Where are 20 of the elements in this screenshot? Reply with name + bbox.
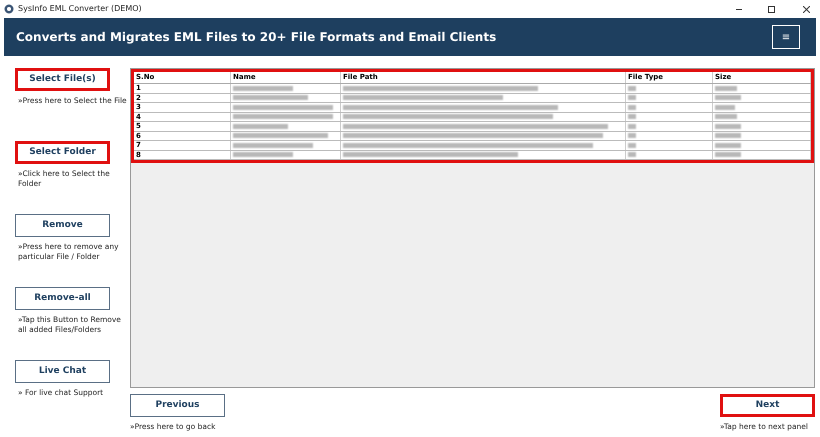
- blurred-text: [715, 86, 737, 91]
- blurred-text: [715, 142, 741, 148]
- close-icon[interactable]: [803, 6, 810, 12]
- menu-button[interactable]: ≡: [772, 25, 800, 49]
- sidebar-button[interactable]: Select Folder: [15, 141, 110, 164]
- sidebar-button[interactable]: Select File(s): [15, 68, 110, 91]
- blurred-text: [233, 124, 288, 129]
- sidebar-button[interactable]: Remove: [15, 214, 110, 237]
- next-button[interactable]: Next: [720, 394, 815, 417]
- blurred-text: [233, 86, 293, 91]
- blurred-text: [715, 124, 741, 129]
- blurred-text: [715, 104, 735, 110]
- previous-button[interactable]: Previous: [130, 394, 225, 417]
- app-logo-icon: [4, 4, 14, 14]
- minimize-icon[interactable]: [736, 8, 742, 10]
- restore-icon[interactable]: [768, 6, 775, 12]
- sidebar-button[interactable]: Remove-all: [15, 287, 110, 310]
- window-title: SysInfo EML Converter (DEMO): [18, 3, 142, 15]
- sidebar-button[interactable]: Live Chat: [15, 360, 110, 383]
- header-title: Converts and Migrates EML Files to 20+ File Formats and Email Clients: [16, 29, 496, 46]
